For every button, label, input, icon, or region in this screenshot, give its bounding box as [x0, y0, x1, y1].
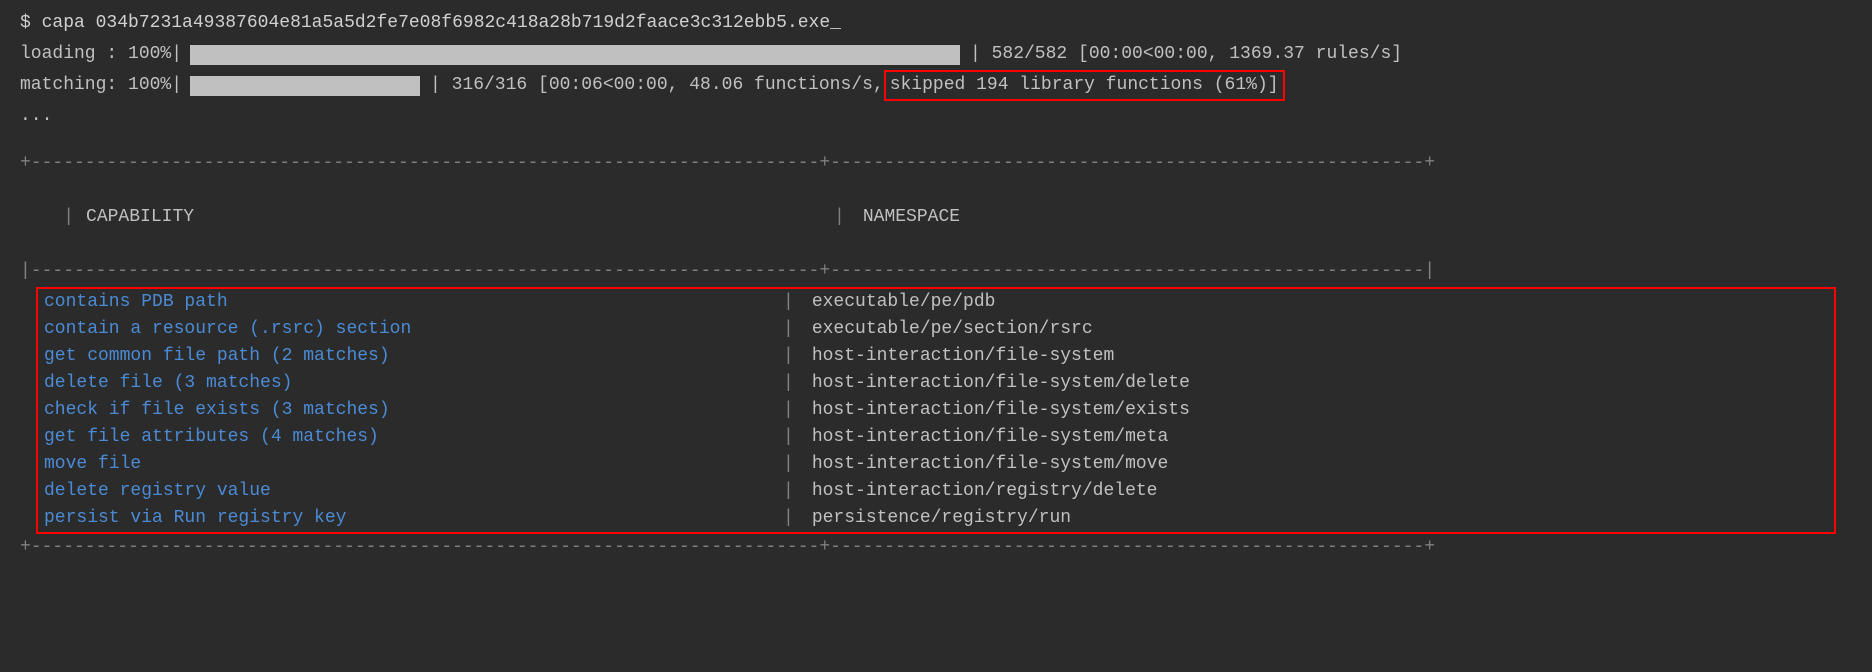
command-text: capa 034b7231a49387604e81a5a5d2fe7e08f69… [42, 13, 841, 33]
prompt-symbol: $ [20, 13, 31, 33]
loading-progress-line: loading : 100%| | 582/582 [00:00<00:00, … [20, 41, 1852, 68]
loading-label: loading : 100%| [20, 41, 190, 68]
capability-cell: check if file exists (3 matches) [38, 397, 783, 424]
table-row: check if file exists (3 matches)|host-in… [38, 397, 1834, 424]
loading-stats: | 582/582 [00:00<00:00, 1369.37 rules/s] [970, 41, 1402, 68]
namespace-cell: host-interaction/file-system/exists [794, 397, 1190, 424]
matching-label: matching: 100%| [20, 72, 190, 99]
loading-progress-bar [190, 45, 960, 65]
namespace-cell: persistence/registry/run [794, 505, 1071, 532]
table-row: get common file path (2 matches)|host-in… [38, 343, 1834, 370]
capability-cell: delete registry value [38, 478, 783, 505]
capability-cell: contains PDB path [38, 289, 783, 316]
ellipsis: ... [20, 103, 1852, 130]
matching-stats-prefix: | 316/316 [00:06<00:00, 48.06 functions/… [430, 72, 884, 99]
table-border-top: +---------------------------------------… [20, 150, 1852, 177]
capability-cell: get common file path (2 matches) [38, 343, 783, 370]
command-line: $ capa 034b7231a49387604e81a5a5d2fe7e08f… [20, 10, 1852, 37]
capability-cell: move file [38, 451, 783, 478]
skipped-functions-highlight: skipped 194 library functions (61%)] [884, 70, 1285, 101]
capabilities-rows-highlight: contains PDB path|executable/pe/pdb cont… [36, 287, 1836, 534]
table-border-mid: |---------------------------------------… [20, 258, 1852, 285]
capability-cell: delete file (3 matches) [38, 370, 783, 397]
capability-cell: get file attributes (4 matches) [38, 424, 783, 451]
namespace-cell: host-interaction/registry/delete [794, 478, 1158, 505]
capabilities-table: +---------------------------------------… [20, 150, 1852, 561]
namespace-header: NAMESPACE [845, 204, 960, 231]
capability-cell: contain a resource (.rsrc) section [38, 316, 783, 343]
capability-header: CAPABILITY [74, 204, 834, 231]
table-header-row: |CAPABILITY|NAMESPACE [20, 177, 1852, 258]
table-row: get file attributes (4 matches)|host-int… [38, 424, 1834, 451]
namespace-cell: executable/pe/section/rsrc [794, 316, 1093, 343]
namespace-cell: executable/pe/pdb [794, 289, 996, 316]
namespace-cell: host-interaction/file-system [794, 343, 1114, 370]
namespace-cell: host-interaction/file-system/delete [794, 370, 1190, 397]
table-row: contains PDB path|executable/pe/pdb [38, 289, 1834, 316]
matching-progress-bar [190, 76, 420, 96]
namespace-cell: host-interaction/file-system/meta [794, 424, 1168, 451]
capability-cell: persist via Run registry key [38, 505, 783, 532]
table-border-bottom: +---------------------------------------… [20, 534, 1852, 561]
table-row: contain a resource (.rsrc) section|execu… [38, 316, 1834, 343]
namespace-cell: host-interaction/file-system/move [794, 451, 1168, 478]
table-row: move file|host-interaction/file-system/m… [38, 451, 1834, 478]
matching-progress-line: matching: 100%| | 316/316 [00:06<00:00, … [20, 70, 1852, 101]
table-row: delete registry value|host-interaction/r… [38, 478, 1834, 505]
table-row: persist via Run registry key|persistence… [38, 505, 1834, 532]
table-row: delete file (3 matches)|host-interaction… [38, 370, 1834, 397]
